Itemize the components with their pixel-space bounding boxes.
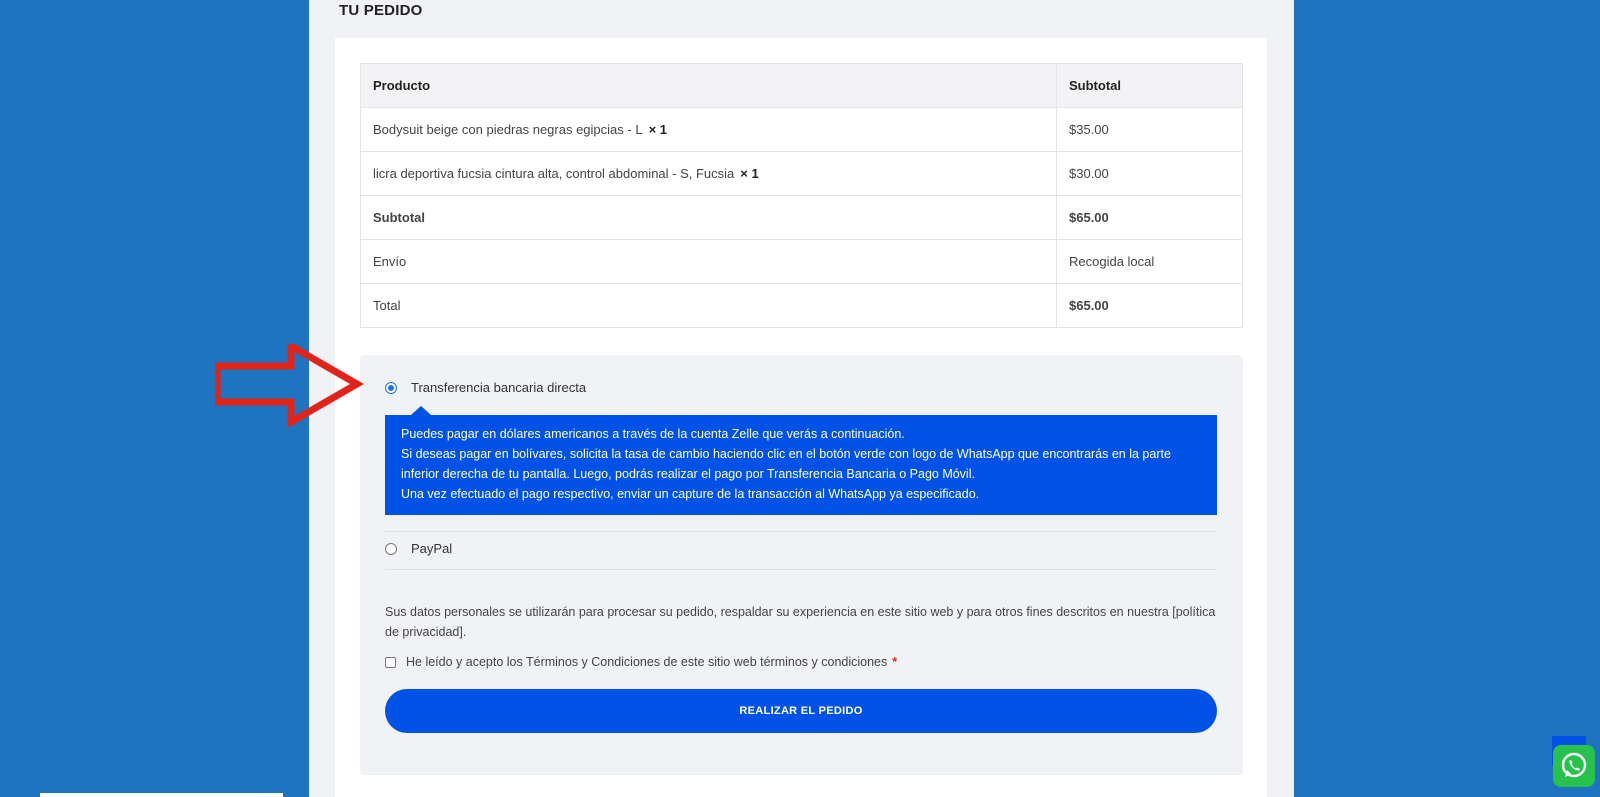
- payment-methods: Transferencia bancaria directa Puedes pa…: [360, 355, 1243, 775]
- checkout-page: TU PEDIDO Producto Subtotal Bodysuit bei…: [309, 0, 1294, 797]
- order-card: Producto Subtotal Bodysuit beige con pie…: [335, 38, 1267, 797]
- table-header-row: Producto Subtotal: [360, 63, 1243, 108]
- place-order-button[interactable]: REALIZAR EL PEDIDO: [385, 689, 1217, 733]
- divider: [385, 531, 1217, 532]
- bank-transfer-description: Puedes pagar en dólares americanos a tra…: [385, 406, 1217, 515]
- description-line: Si deseas pagar en bolívares, solicita l…: [401, 447, 1171, 481]
- bottom-strip: [40, 793, 283, 797]
- header-subtotal: Subtotal: [1056, 63, 1243, 108]
- product-cell: Bodysuit beige con piedras negras egipci…: [360, 107, 1057, 152]
- product-qty: × 1: [740, 166, 759, 181]
- total-label: Total: [360, 283, 1057, 328]
- section-title: TU PEDIDO: [339, 2, 423, 19]
- total-value: $65.00: [1056, 283, 1243, 328]
- paypal-label: PayPal: [411, 541, 453, 556]
- terms-checkbox-row[interactable]: He leído y acepto los Términos y Condici…: [385, 655, 897, 669]
- description-line: Una vez efectuado el pago respectivo, en…: [401, 487, 980, 501]
- divider: [385, 569, 1217, 570]
- paypal-radio[interactable]: [385, 542, 397, 555]
- required-mark: *: [892, 655, 898, 669]
- subtotal-row: Subtotal $65.00: [360, 195, 1243, 240]
- privacy-notice: Sus datos personales se utilizarán para …: [385, 605, 1216, 639]
- payment-method-bank-transfer[interactable]: Transferencia bancaria directa: [385, 380, 586, 395]
- terms-checkbox[interactable]: [385, 656, 396, 668]
- product-price: $35.00: [1056, 107, 1243, 152]
- order-table: Producto Subtotal Bodysuit beige con pie…: [360, 63, 1243, 328]
- total-row: Total $65.00: [360, 283, 1243, 328]
- subtotal-label: Subtotal: [360, 195, 1057, 240]
- header-product: Producto: [360, 63, 1057, 108]
- shipping-label: Envío: [360, 239, 1057, 284]
- description-line: Puedes pagar en dólares americanos a tra…: [401, 427, 905, 441]
- product-qty: × 1: [648, 122, 667, 137]
- product-cell: licra deportiva fucsia cintura alta, con…: [360, 151, 1057, 196]
- bank-transfer-radio[interactable]: [385, 381, 397, 394]
- shipping-row: Envío Recogida local: [360, 239, 1243, 284]
- payment-method-paypal[interactable]: PayPal: [385, 541, 452, 556]
- table-row: Bodysuit beige con piedras negras egipci…: [360, 107, 1243, 152]
- terms-label: He leído y acepto los Términos y Condici…: [406, 655, 888, 669]
- table-row: licra deportiva fucsia cintura alta, con…: [360, 151, 1243, 196]
- subtotal-value: $65.00: [1056, 195, 1243, 240]
- bank-transfer-label: Transferencia bancaria directa: [411, 380, 587, 395]
- product-name: licra deportiva fucsia cintura alta, con…: [373, 166, 735, 181]
- product-name: Bodysuit beige con piedras negras egipci…: [373, 122, 643, 137]
- red-arrow-annotation: [215, 344, 365, 428]
- whatsapp-icon: [1561, 752, 1587, 778]
- product-price: $30.00: [1056, 151, 1243, 196]
- whatsapp-button[interactable]: [1553, 745, 1595, 787]
- shipping-value: Recogida local: [1056, 239, 1243, 284]
